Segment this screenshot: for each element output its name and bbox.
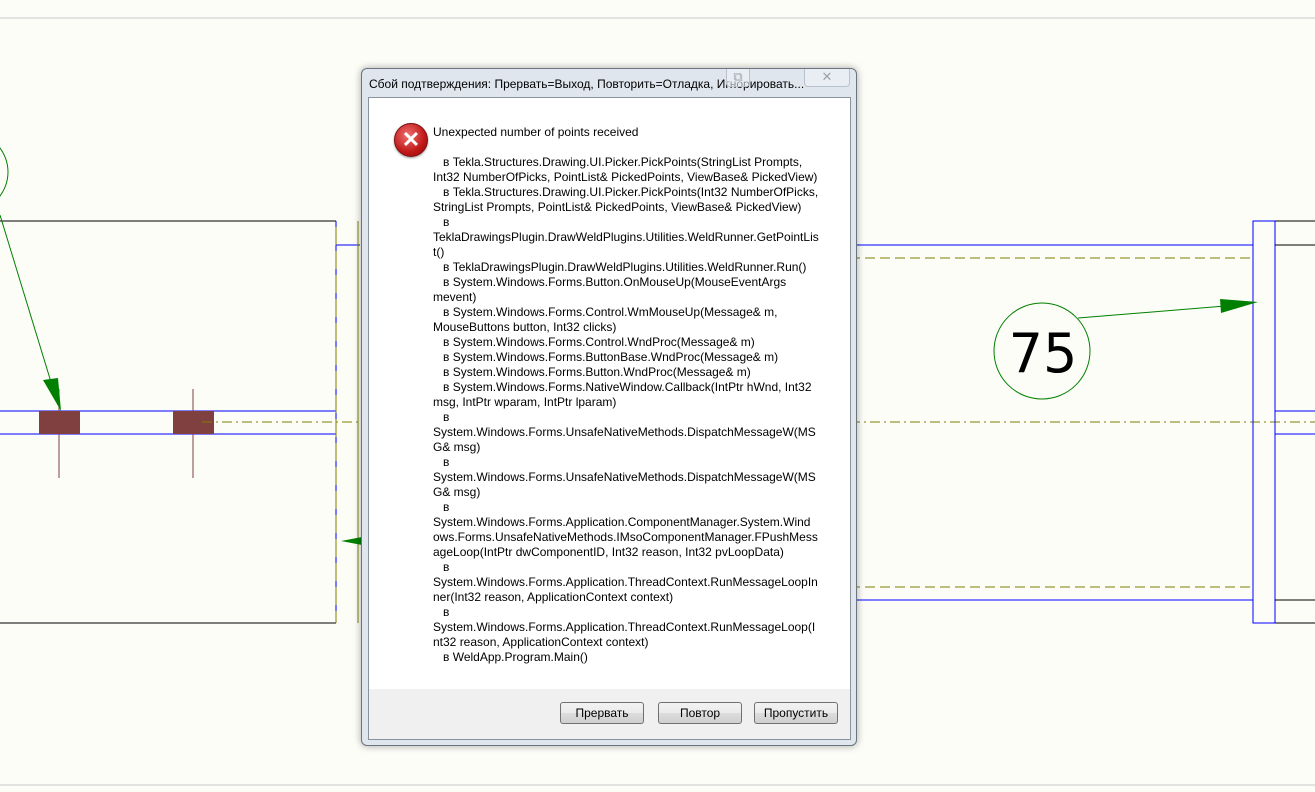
stack-trace-line: t() bbox=[433, 245, 445, 259]
stack-trace-line: StringList Prompts, PointList& PickedPoi… bbox=[433, 200, 802, 214]
error-dialog: Сбой подтверждения: Прервать=Выход, Повт… bbox=[361, 68, 857, 746]
stack-trace-line: в System.Windows.Forms.NativeWindow.Call… bbox=[433, 380, 812, 394]
weld-mark-circle[interactable] bbox=[0, 132, 9, 212]
stack-trace-line: msg, IntPtr wparam, IntPtr lparam) bbox=[433, 395, 617, 409]
restore-icon[interactable]: ⧉ bbox=[726, 69, 750, 87]
stack-trace-line: G& msg) bbox=[433, 440, 481, 454]
arrowhead-icon bbox=[341, 537, 362, 545]
arrowhead-icon bbox=[43, 378, 61, 411]
dialog-body: ✕ Unexpected number of points received в… bbox=[368, 97, 851, 740]
stack-trace-line: в System.Windows.Forms.ButtonBase.WndPro… bbox=[433, 350, 779, 364]
stack-trace-line: mevent) bbox=[433, 290, 477, 304]
stack-trace: в Tekla.Structures.Drawing.UI.Picker.Pic… bbox=[433, 155, 819, 665]
stack-trace-line: Int32 NumberOfPicks, PointList& PickedPo… bbox=[433, 170, 818, 184]
button-bar: Прервать Повтор Пропустить bbox=[369, 689, 850, 739]
retry-button[interactable]: Повтор bbox=[658, 702, 742, 724]
ignore-button[interactable]: Пропустить bbox=[754, 702, 838, 724]
stack-trace-line: в Tekla.Structures.Drawing.UI.Picker.Pic… bbox=[433, 185, 819, 199]
stack-trace-line: ner(Int32 reason, ApplicationContext con… bbox=[433, 590, 674, 604]
stack-trace-line: G& msg) bbox=[433, 485, 481, 499]
arrowhead-icon bbox=[1220, 299, 1258, 313]
stack-trace-line: System.Windows.Forms.Application.ThreadC… bbox=[433, 575, 818, 589]
close-button[interactable]: ✕ bbox=[804, 69, 850, 87]
stack-trace-line: System.Windows.Forms.Application.Compone… bbox=[433, 515, 811, 529]
stack-trace-line: в System.Windows.Forms.Button.OnMouseUp(… bbox=[433, 275, 787, 289]
leader-line bbox=[1077, 305, 1226, 319]
error-message: Unexpected number of points received bbox=[433, 125, 639, 139]
stack-trace-line: System.Windows.Forms.UnsafeNativeMethods… bbox=[433, 425, 816, 439]
stack-trace-line: nt32 reason, ApplicationContext context) bbox=[433, 635, 649, 649]
stack-trace-line: TeklaDrawingsPlugin.DrawWeldPlugins.Util… bbox=[433, 230, 819, 244]
stack-trace-line: System.Windows.Forms.Application.ThreadC… bbox=[433, 620, 816, 634]
error-icon: ✕ bbox=[394, 123, 428, 157]
stack-trace-line: в System.Windows.Forms.Button.WndProc(Me… bbox=[433, 365, 751, 379]
stack-trace-line: в System.Windows.Forms.Control.WndProc(M… bbox=[433, 335, 755, 349]
stack-trace-line: ows.Forms.UnsafeNativeMethods.IMsoCompon… bbox=[433, 530, 818, 544]
stack-trace-line: в TeklaDrawingsPlugin.DrawWeldPlugins.Ut… bbox=[433, 260, 807, 274]
stack-trace-line: в WeldApp.Program.Main() bbox=[433, 650, 588, 664]
stack-trace-line: в bbox=[433, 560, 450, 574]
stack-trace-line: в bbox=[433, 215, 450, 229]
stack-trace-line: ageLoop(IntPtr dwComponentID, Int32 reas… bbox=[433, 545, 784, 559]
stack-trace-line: в bbox=[433, 455, 450, 469]
stack-trace-line: в bbox=[433, 605, 450, 619]
stack-trace-line: в Tekla.Structures.Drawing.UI.Picker.Pic… bbox=[433, 155, 803, 169]
abort-button[interactable]: Прервать bbox=[560, 702, 644, 724]
leader-line bbox=[0, 214, 59, 406]
stack-trace-line: MouseButtons button, Int32 clicks) bbox=[433, 320, 617, 334]
weld-mark-label: 75 bbox=[1009, 322, 1078, 385]
stack-trace-line: в bbox=[433, 500, 450, 514]
stack-trace-line: в bbox=[433, 410, 450, 424]
stack-trace-line: System.Windows.Forms.UnsafeNativeMethods… bbox=[433, 470, 816, 484]
stack-trace-line: в System.Windows.Forms.Control.WmMouseUp… bbox=[433, 305, 778, 319]
